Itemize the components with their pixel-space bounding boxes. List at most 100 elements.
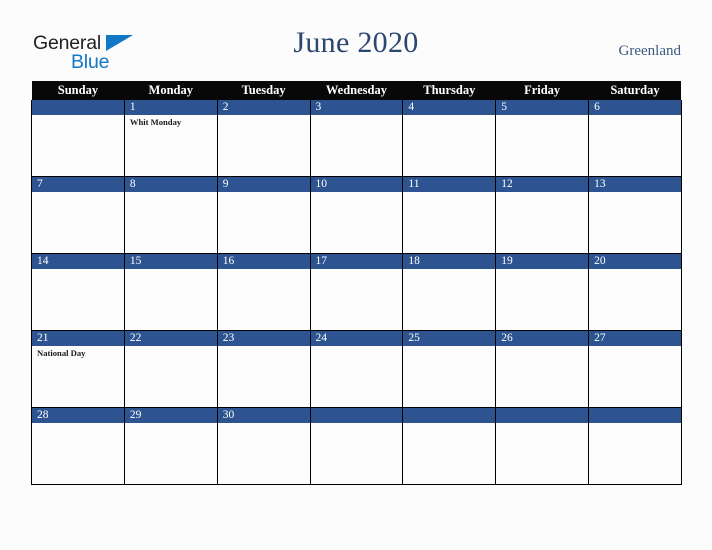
calendar-day-cell[interactable] (31, 100, 125, 177)
date-number: 23 (222, 332, 235, 344)
date-number: 29 (129, 409, 142, 421)
holiday-event: National Day (37, 348, 86, 358)
day-events (32, 192, 124, 194)
calendar-day-cell[interactable]: 13 (588, 176, 682, 254)
date-number-bar: 18 (403, 254, 496, 269)
calendar-day-cell[interactable]: 12 (495, 176, 590, 254)
date-number: 19 (501, 255, 513, 267)
day-events (218, 423, 310, 425)
calendar-day-cell[interactable]: 19 (495, 253, 590, 331)
date-number: 8 (129, 178, 136, 190)
date-number: 12 (501, 178, 513, 190)
calendar-day-cell[interactable]: 21 National Day (31, 330, 125, 408)
date-number-bar: 11 (403, 177, 496, 192)
calendar-day-cell[interactable] (495, 407, 590, 485)
calendar-day-cell[interactable]: 15 (123, 253, 218, 331)
day-events (403, 269, 495, 271)
day-cell-content: 17 (310, 254, 403, 330)
calendar-day-cell[interactable]: 28 (31, 407, 125, 485)
country-label: Greenland (618, 43, 681, 59)
date-number: 10 (315, 178, 328, 190)
date-number: 9 (222, 178, 229, 190)
calendar-day-cell[interactable]: 5 (495, 100, 590, 177)
date-number-bar (403, 408, 496, 423)
date-number: 14 (37, 255, 49, 267)
day-events (125, 423, 217, 425)
calendar-day-cell[interactable]: 2 (216, 100, 311, 177)
calendar-day-cell[interactable]: 23 (216, 330, 311, 408)
calendar-day-cell[interactable]: 8 (123, 176, 218, 254)
calendar-day-cell[interactable]: 7 (31, 176, 125, 254)
day-cell-content: 14 (32, 254, 124, 330)
weekday-header-wednesday: Wednesday (310, 81, 403, 100)
date-number-bar: 22 (124, 331, 217, 346)
calendar-day-cell[interactable]: 20 (588, 253, 682, 331)
calendar-day-cell[interactable]: 26 (495, 330, 590, 408)
day-events (311, 269, 403, 271)
calendar-day-cell[interactable]: 3 (309, 100, 404, 177)
calendar-day-cell[interactable]: 18 (402, 253, 497, 331)
date-number-bar: 17 (310, 254, 403, 269)
calendar-day-cell[interactable]: 6 (588, 100, 682, 177)
holiday-event: Whit Monday (129, 117, 182, 127)
calendar-day-cell[interactable]: 22 (123, 330, 218, 408)
calendar-page: General Blue June 2020 Greenland Sunday M… (0, 0, 712, 550)
weekday-header-row: Sunday Monday Tuesday Wednesday Thursday Frid… (31, 81, 682, 100)
calendar-day-cell[interactable]: 4 (402, 100, 497, 177)
date-number: 6 (594, 101, 600, 113)
day-cell-content: 18 (403, 254, 496, 330)
day-events: Whit Monday (125, 115, 217, 128)
date-number-bar: 16 (217, 254, 310, 269)
calendar-day-cell[interactable]: 17 (309, 253, 404, 331)
day-events (218, 192, 310, 194)
date-number: 27 (594, 332, 606, 344)
calendar-day-cell[interactable] (309, 407, 404, 485)
calendar-week-row: 14 15 16 17 18 19 20 (31, 253, 682, 331)
date-number: 24 (315, 332, 328, 344)
date-number-bar: 7 (32, 177, 124, 192)
date-number: 3 (315, 101, 322, 113)
calendar-day-cell[interactable]: 25 (402, 330, 497, 408)
day-events (403, 346, 495, 348)
calendar-day-cell[interactable]: 10 (309, 176, 404, 254)
calendar-day-cell[interactable]: 30 (216, 407, 311, 485)
date-number-bar: 4 (403, 100, 496, 115)
date-number: 30 (222, 409, 235, 421)
calendar-day-cell[interactable]: 14 (31, 253, 125, 331)
day-events (496, 115, 588, 117)
calendar-day-cell[interactable]: 24 (309, 330, 404, 408)
calendar-day-cell[interactable]: 9 (216, 176, 311, 254)
day-cell-content: 19 (496, 254, 589, 330)
date-number-bar: 5 (496, 100, 589, 115)
day-events (125, 269, 217, 271)
date-number: 4 (408, 101, 415, 113)
day-events (496, 346, 588, 348)
weekday-header-saturday: Saturday (588, 81, 682, 100)
date-number: 18 (408, 255, 420, 267)
day-cell-content: 7 (32, 177, 124, 253)
calendar-day-cell[interactable]: 27 (588, 330, 682, 408)
calendar-day-cell[interactable]: 11 (402, 176, 497, 254)
day-events (496, 269, 588, 271)
calendar-day-cell[interactable]: 16 (216, 253, 311, 331)
date-number-bar: 30 (217, 408, 310, 423)
day-events (218, 269, 310, 271)
date-number: 13 (594, 178, 606, 190)
day-cell-content (589, 408, 681, 484)
date-number: 16 (222, 255, 235, 267)
calendar-day-cell[interactable] (402, 407, 497, 485)
calendar-body: 1 Whit Monday 2 3 4 5 6 7 8 9 10 11 12 13 14 15 16 17 18 19… (31, 100, 682, 485)
calendar-day-cell[interactable] (588, 407, 682, 485)
date-number: 20 (594, 255, 606, 267)
day-events (218, 115, 310, 117)
weekday-header-tuesday: Tuesday (217, 81, 311, 100)
calendar-day-cell[interactable]: 1 Whit Monday (123, 100, 218, 177)
date-number-bar: 14 (32, 254, 124, 269)
weekday-header-sunday: Sunday (31, 81, 125, 100)
day-cell-content: 27 (589, 331, 681, 407)
day-cell-content (310, 408, 403, 484)
calendar-day-cell[interactable]: 29 (123, 407, 218, 485)
date-number: 7 (37, 178, 43, 190)
day-cell-content: 8 (124, 177, 217, 253)
weekday-header-thursday: Thursday (402, 81, 496, 100)
